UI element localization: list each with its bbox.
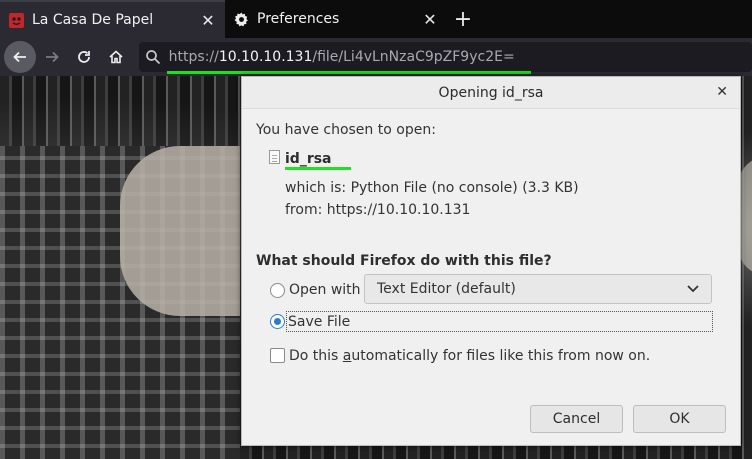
- action-question: What should Firefox do with this file?: [256, 253, 552, 269]
- open-with-radio[interactable]: [270, 283, 285, 298]
- plus-icon: +: [453, 6, 473, 32]
- reload-button[interactable]: [69, 42, 99, 72]
- chevron-down-icon: [687, 285, 699, 293]
- ok-button[interactable]: OK: [633, 405, 726, 433]
- tab-strip: La Casa De Papel ✕ Preferences ✕ +: [0, 0, 752, 38]
- file-source-info: from: https://10.10.10.131: [285, 202, 471, 218]
- red-mask-icon: [8, 12, 24, 28]
- tab-label: La Casa De Papel: [32, 12, 154, 28]
- url-highlight-underline: [166, 71, 531, 74]
- home-icon: [109, 50, 123, 64]
- url-host: 10.10.10.131: [218, 49, 313, 65]
- tab-la-casa-de-papel[interactable]: La Casa De Papel ✕: [0, 0, 225, 38]
- home-button[interactable]: [101, 42, 131, 72]
- tab-preferences[interactable]: Preferences ✕: [225, 0, 447, 38]
- auto-action-label-post: utomatically for files like this from no…: [351, 348, 651, 364]
- auto-action-checkbox[interactable]: [270, 348, 285, 363]
- cancel-button[interactable]: Cancel: [530, 405, 623, 433]
- close-icon[interactable]: ✕: [716, 84, 728, 100]
- filename-highlight-underline: [285, 167, 351, 170]
- arrow-left-icon: [13, 51, 26, 63]
- tab-label: Preferences: [257, 11, 340, 27]
- url-text[interactable]: https://10.10.10.131/file/Li4vLnNzaC9pZF…: [169, 49, 515, 65]
- open-with-selected-value: Text Editor (default): [377, 281, 516, 297]
- save-file-label[interactable]: Save File: [288, 314, 350, 330]
- open-with-select[interactable]: Text Editor (default): [364, 274, 712, 304]
- url-path: /file/Li4vLnNzaC9pZF9yc2E=: [312, 49, 515, 65]
- opening-file-dialog: Opening id_rsa ✕ You have chosen to open…: [241, 76, 741, 446]
- file-name: id_rsa: [285, 151, 332, 167]
- arrow-right-icon: [46, 51, 60, 63]
- person-figure: [120, 146, 240, 316]
- close-tab-icon[interactable]: ✕: [199, 11, 217, 30]
- file-icon: [269, 150, 280, 164]
- auto-action-label[interactable]: Do this automatically for files like thi…: [289, 348, 650, 364]
- gear-icon: [233, 11, 249, 27]
- dialog-title: Opening id_rsa: [438, 84, 544, 101]
- dialog-titlebar: Opening id_rsa ✕: [242, 77, 740, 109]
- dialog-intro: You have chosen to open:: [256, 122, 436, 138]
- back-button[interactable]: [4, 41, 36, 73]
- auto-action-label-pre: Do this: [289, 348, 343, 364]
- url-bar[interactable]: https://10.10.10.131/file/Li4vLnNzaC9pZF…: [138, 42, 752, 74]
- search-icon: [145, 50, 160, 65]
- open-with-label[interactable]: Open with: [289, 282, 361, 298]
- save-file-radio[interactable]: [270, 314, 285, 329]
- reload-icon: [78, 51, 91, 63]
- navigation-toolbar: https://10.10.10.131/file/Li4vLnNzaC9pZF…: [0, 38, 752, 76]
- new-tab-button[interactable]: +: [447, 0, 479, 38]
- file-type-info: which is: Python File (no console) (3.3 …: [285, 180, 579, 196]
- close-tab-icon[interactable]: ✕: [421, 10, 439, 29]
- forward-button[interactable]: [38, 42, 68, 72]
- url-scheme: https://: [168, 49, 219, 65]
